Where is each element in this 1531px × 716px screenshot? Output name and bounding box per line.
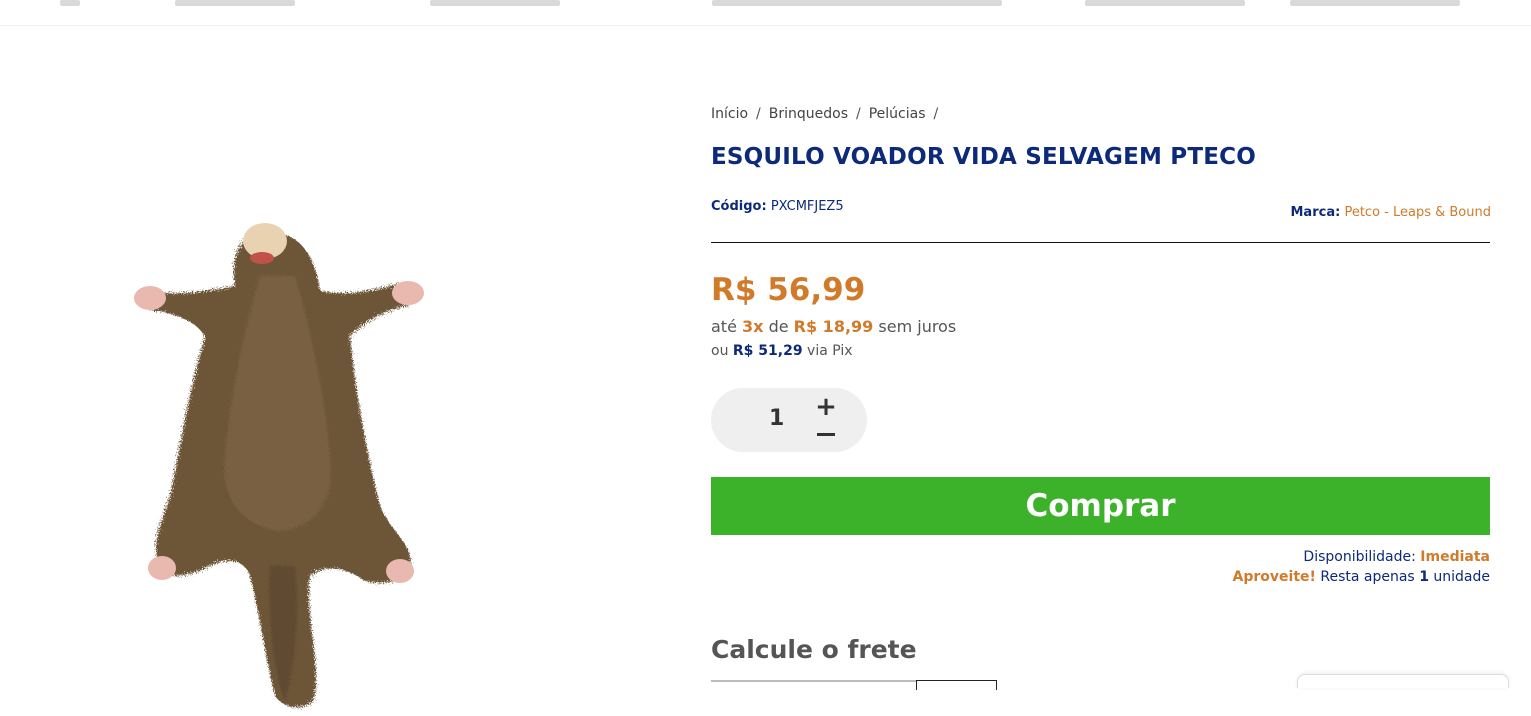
- zip-code-input[interactable]: [711, 680, 916, 690]
- pix-prefix: ou: [711, 343, 729, 359]
- installments-value: R$ 18,99: [793, 317, 874, 336]
- stock-count: 1: [1419, 569, 1429, 585]
- installments-count: 3x: [742, 317, 764, 336]
- pix-value: R$ 51,29: [732, 343, 803, 359]
- pix-suffix: via Pix: [807, 343, 853, 359]
- availability-label: Disponibilidade:: [1303, 549, 1416, 565]
- divider: [711, 242, 1490, 243]
- top-navigation-bar: [0, 0, 1531, 26]
- product-price: R$ 56,99: [711, 272, 866, 308]
- breadcrumb-separator: /: [856, 106, 861, 122]
- product-brand-link[interactable]: Petco - Leaps & Bound: [1344, 205, 1491, 220]
- nav-item[interactable]: [430, 0, 560, 6]
- availability: Disponibilidade: Imediata: [1303, 549, 1490, 565]
- availability-value: Imediata: [1420, 549, 1490, 565]
- stock-info: Aproveite! Resta apenas 1 unidade: [1233, 569, 1490, 585]
- product-code: Código: PXCMFJEZ5: [711, 199, 844, 214]
- nav-item[interactable]: [60, 0, 80, 6]
- product-brand: Marca: Petco - Leaps & Bound: [1291, 205, 1492, 220]
- calculate-freight-button[interactable]: [916, 680, 997, 690]
- stock-unit: unidade: [1433, 569, 1490, 585]
- breadcrumb-separator: /: [933, 106, 939, 122]
- stock-lead: Aproveite!: [1232, 569, 1316, 585]
- product-gallery: [0, 26, 560, 708]
- freight-title: Calcule o frete: [711, 635, 917, 664]
- installments-prefix: até: [711, 317, 737, 336]
- breadcrumb-pelucias[interactable]: Pelúcias: [869, 106, 926, 122]
- nav-item[interactable]: [1085, 0, 1245, 6]
- nav-item[interactable]: [1290, 0, 1460, 6]
- plus-icon[interactable]: +: [815, 394, 837, 420]
- plush-toy-image[interactable]: [110, 196, 450, 716]
- quantity-stepper: 1 +: [711, 388, 867, 452]
- installments-info: até 3x de R$ 18,99 sem juros: [711, 317, 956, 336]
- nav-item[interactable]: [175, 0, 295, 6]
- quantity-input[interactable]: 1: [769, 406, 784, 431]
- product-brand-label: Marca:: [1290, 205, 1341, 220]
- breadcrumb-separator: /: [756, 106, 761, 122]
- nav-item[interactable]: [712, 0, 1002, 6]
- chat-widget[interactable]: [1297, 674, 1509, 688]
- product-code-value: PXCMFJEZ5: [770, 199, 844, 214]
- breadcrumb: Início / Brinquedos / Pelúcias /: [711, 106, 946, 122]
- installments-middle: de: [768, 317, 789, 336]
- installments-suffix: sem juros: [878, 317, 957, 336]
- product-title: ESQUILO VOADOR VIDA SELVAGEM PTECO: [711, 144, 1256, 170]
- product-code-label: Código:: [711, 199, 767, 214]
- stock-text: Resta apenas: [1320, 569, 1415, 585]
- pix-price: ou R$ 51,29 via Pix: [711, 343, 853, 359]
- breadcrumb-brinquedos[interactable]: Brinquedos: [769, 106, 848, 122]
- breadcrumb-home[interactable]: Início: [711, 106, 748, 122]
- buy-button[interactable]: Comprar: [711, 477, 1490, 535]
- minus-icon[interactable]: [815, 422, 837, 446]
